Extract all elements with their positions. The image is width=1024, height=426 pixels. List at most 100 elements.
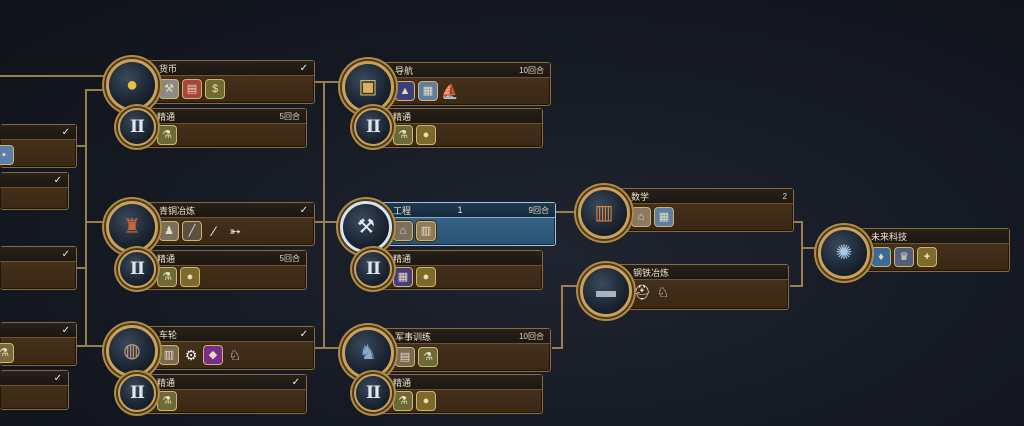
prerequisite-tech-panel[interactable]: ✓ ▪ [0, 124, 77, 168]
abacus-icon: ▥ [594, 202, 614, 224]
catapult-icon: ⚙ [184, 347, 198, 363]
flask-icon: ⚗ [0, 343, 14, 363]
prerequisite-mastery-panel[interactable]: ✓ [0, 172, 69, 210]
tech-medal: ● [106, 59, 158, 111]
flask-icon: ⚗ [393, 125, 413, 145]
spear-icon: ⁄ [212, 223, 216, 239]
coin-icon: ● [125, 74, 139, 96]
roman-numeral: II [130, 258, 145, 279]
mastery-medal: II [354, 108, 392, 146]
mastery-medal: II [354, 374, 392, 412]
flask-icon: ⚗ [418, 347, 438, 367]
roman-numeral: II [366, 116, 381, 137]
connector-line [76, 89, 106, 147]
horse-icon: ♘ [656, 284, 670, 300]
connector-line [76, 145, 106, 223]
scroll-icon: ▣ [358, 76, 378, 98]
gold-icon: ● [180, 267, 200, 287]
connector-line [314, 81, 342, 223]
horse-icon: ♘ [228, 347, 242, 363]
mastery-name: 精通 [393, 111, 412, 122]
prerequisite-mastery-panel[interactable]: ✓ [0, 370, 69, 410]
mastery-medal: II [118, 374, 156, 412]
science-icon: ♦ [871, 247, 891, 267]
completed-check-icon: ✓ [299, 328, 308, 340]
mastery-medal: II [354, 250, 392, 288]
tech-medal: ▥ [578, 187, 630, 239]
unit-icon: ♟ [159, 221, 179, 241]
building-icon: ▦ [393, 267, 413, 287]
mastery-name: 精通 [393, 377, 412, 388]
completed-check-icon: ✓ [299, 62, 308, 74]
mastery-name: 精通 [393, 253, 412, 264]
anvil-icon: ▬ [596, 280, 616, 302]
queue-number: 1 [457, 205, 463, 215]
plus-icon: + [917, 247, 937, 267]
culture-icon: ♛ [894, 247, 914, 267]
gold-icon: ● [416, 267, 436, 287]
mastery-name: 精通 [157, 253, 176, 264]
barracks-icon: ▤ [395, 347, 415, 367]
turns-remaining: 5回合 [279, 253, 300, 263]
soldier-icon: ♞ [359, 342, 377, 364]
turns-remaining: 9回合 [528, 205, 549, 215]
chariot-icon: ◆ [203, 345, 223, 365]
completed-check-icon: ✓ [61, 248, 70, 260]
roman-numeral: II [130, 382, 145, 403]
tech-name: 未来科技 [871, 231, 908, 242]
connector-line [790, 248, 803, 287]
turns-remaining: 5回合 [279, 111, 300, 121]
completed-check-icon: ✓ [53, 372, 62, 384]
tech-name: 青铜冶炼 [159, 205, 196, 216]
tech-name: 导航 [395, 65, 414, 76]
wonder-icon: ▲ [395, 81, 415, 101]
queue-number: 2 [782, 191, 787, 201]
mastery-name: 精通 [157, 377, 176, 388]
gold-icon: ● [416, 391, 436, 411]
flask-icon: ⚗ [157, 391, 177, 411]
lumber-icon: ▥ [159, 345, 179, 365]
trade-icon: $ [205, 79, 225, 99]
tools-icon: ⚒ [357, 216, 375, 238]
turns-remaining: 10回合 [519, 331, 544, 341]
flask-icon: ⚗ [157, 267, 177, 287]
connector-line [85, 222, 106, 347]
prerequisite-tech-panel[interactable]: ✓ ⚗ [0, 322, 77, 366]
roman-numeral: II [366, 258, 381, 279]
wheel-icon: ◍ [123, 340, 141, 362]
tech-medal: ♜ [106, 201, 158, 253]
worker-icon: ⚒ [159, 79, 179, 99]
tech-medal: ⚒ [340, 201, 392, 253]
prerequisite-tech-panel[interactable]: ✓ [0, 246, 77, 290]
wall-icon: ▥ [416, 221, 436, 241]
workshop-icon: ⌂ [393, 221, 413, 241]
tech-medal: ◍ [106, 325, 158, 377]
spear-icon: ╱ [182, 221, 202, 241]
completed-check-icon: ✓ [61, 126, 70, 138]
tech-medal: ▬ [580, 265, 632, 317]
market-icon: ▤ [182, 79, 202, 99]
mastery-medal: II [118, 250, 156, 288]
flask-icon: ⚗ [393, 391, 413, 411]
connector-line [794, 221, 818, 249]
tech-name: 数学 [631, 191, 650, 202]
mastery-name: 精通 [157, 111, 176, 122]
tech-medal: ♞ [342, 327, 394, 379]
building-icon: ▦ [418, 81, 438, 101]
unit-icon: ▪ [0, 145, 14, 165]
tech-name: 工程 [393, 205, 412, 216]
atom-icon: ✺ [835, 242, 853, 264]
wonder-icon: ▦ [654, 207, 674, 227]
connector-line [76, 222, 87, 269]
tech-medal: ✺ [818, 227, 870, 279]
building-icon: ⌂ [631, 207, 651, 227]
tech-name: 军事训练 [395, 331, 432, 342]
helmet-icon: ⛑ [633, 284, 651, 300]
gold-icon: ● [416, 125, 436, 145]
tech-name: 货币 [159, 63, 178, 74]
bow-icon: ➳ [229, 223, 241, 239]
roman-numeral: II [130, 116, 145, 137]
connector-line [552, 285, 580, 349]
flask-icon: ⚗ [157, 125, 177, 145]
completed-check-icon: ✓ [291, 376, 300, 388]
